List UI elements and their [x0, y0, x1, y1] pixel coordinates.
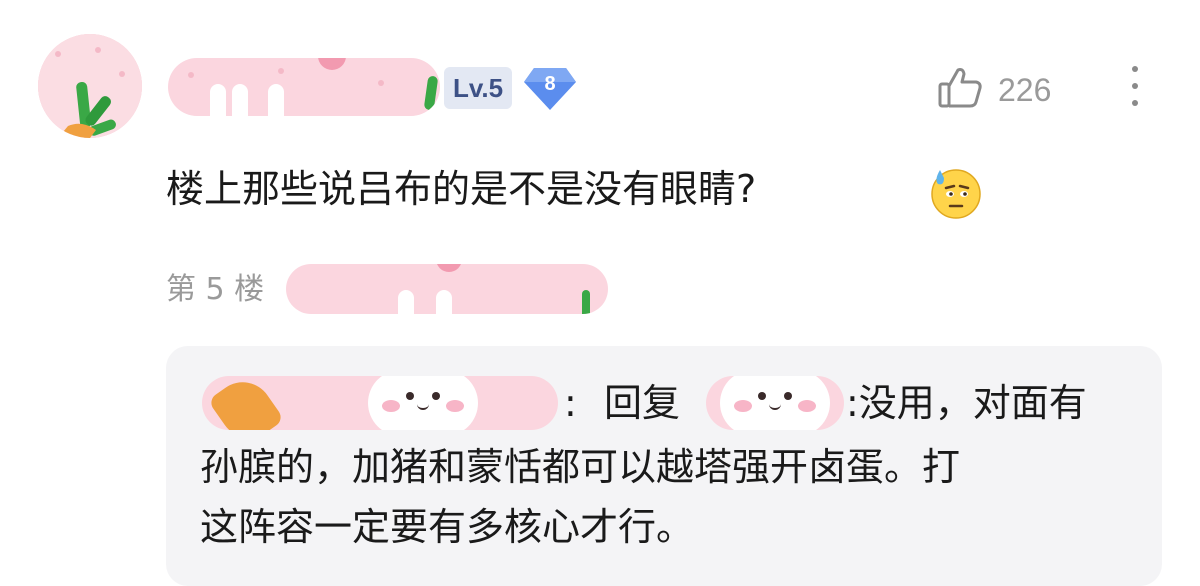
bunny-ear: [268, 84, 284, 116]
bunny-eye: [758, 392, 766, 400]
bunny-cheek: [798, 400, 816, 412]
reply-author-mask: [202, 376, 558, 430]
thumbs-up-icon[interactable]: [936, 64, 984, 112]
reply-text-line3: 这阵容一定要有多核心才行。: [200, 505, 695, 549]
bunny-cheek: [734, 400, 752, 412]
mask-dot: [278, 68, 284, 74]
bunny-eye: [784, 392, 792, 400]
bunny-face: [720, 376, 830, 430]
bunny-cheek: [446, 400, 464, 412]
bunny-eye: [406, 392, 414, 400]
bunny-cheek: [382, 400, 400, 412]
sweat-emoji-icon: [931, 169, 981, 219]
more-dot: [1132, 83, 1138, 89]
more-dot: [1132, 66, 1138, 72]
heart-decoration: [318, 58, 346, 70]
mask-dot: [188, 72, 194, 78]
level-badge[interactable]: Lv.5: [444, 67, 512, 109]
reply-keyword: 回复: [604, 381, 681, 425]
reply-text-line1: :没用，对面有: [846, 381, 1087, 425]
bunny-eye: [432, 392, 440, 400]
bunny-mouth: [417, 402, 429, 410]
bunny-ear: [210, 84, 226, 116]
mask-dot: [378, 80, 384, 86]
like-count[interactable]: 226: [998, 70, 1051, 110]
bunny-ear: [232, 84, 248, 116]
floor-user-mask: [286, 264, 608, 314]
carrot-decoration: [207, 376, 285, 430]
leaf-decoration: [582, 290, 590, 314]
more-vertical-icon[interactable]: [1128, 66, 1142, 112]
more-dot: [1132, 100, 1138, 106]
carrot-avatar-image: [38, 34, 142, 138]
fan-badge-number: 8: [544, 73, 556, 95]
bunny-ear: [398, 290, 414, 314]
leaf-decoration: [423, 75, 439, 111]
floor-number: 第 5 楼: [166, 272, 265, 307]
avatar[interactable]: [38, 34, 142, 138]
reply-text-line2: 孙膑的，加猪和蒙恬都可以越塔强开卤蛋。打: [200, 445, 961, 489]
comment-text: 楼上那些说吕布的是不是没有眼睛?: [166, 167, 757, 211]
bunny-mouth: [769, 402, 781, 410]
heart-decoration: [436, 264, 462, 272]
reply-target-mask: [706, 376, 844, 430]
fan-level-badge[interactable]: 8: [522, 64, 578, 114]
username-mask[interactable]: [168, 58, 440, 116]
reply-separator: :: [564, 381, 577, 425]
bunny-ear: [436, 290, 452, 314]
bunny-face: [368, 376, 478, 430]
